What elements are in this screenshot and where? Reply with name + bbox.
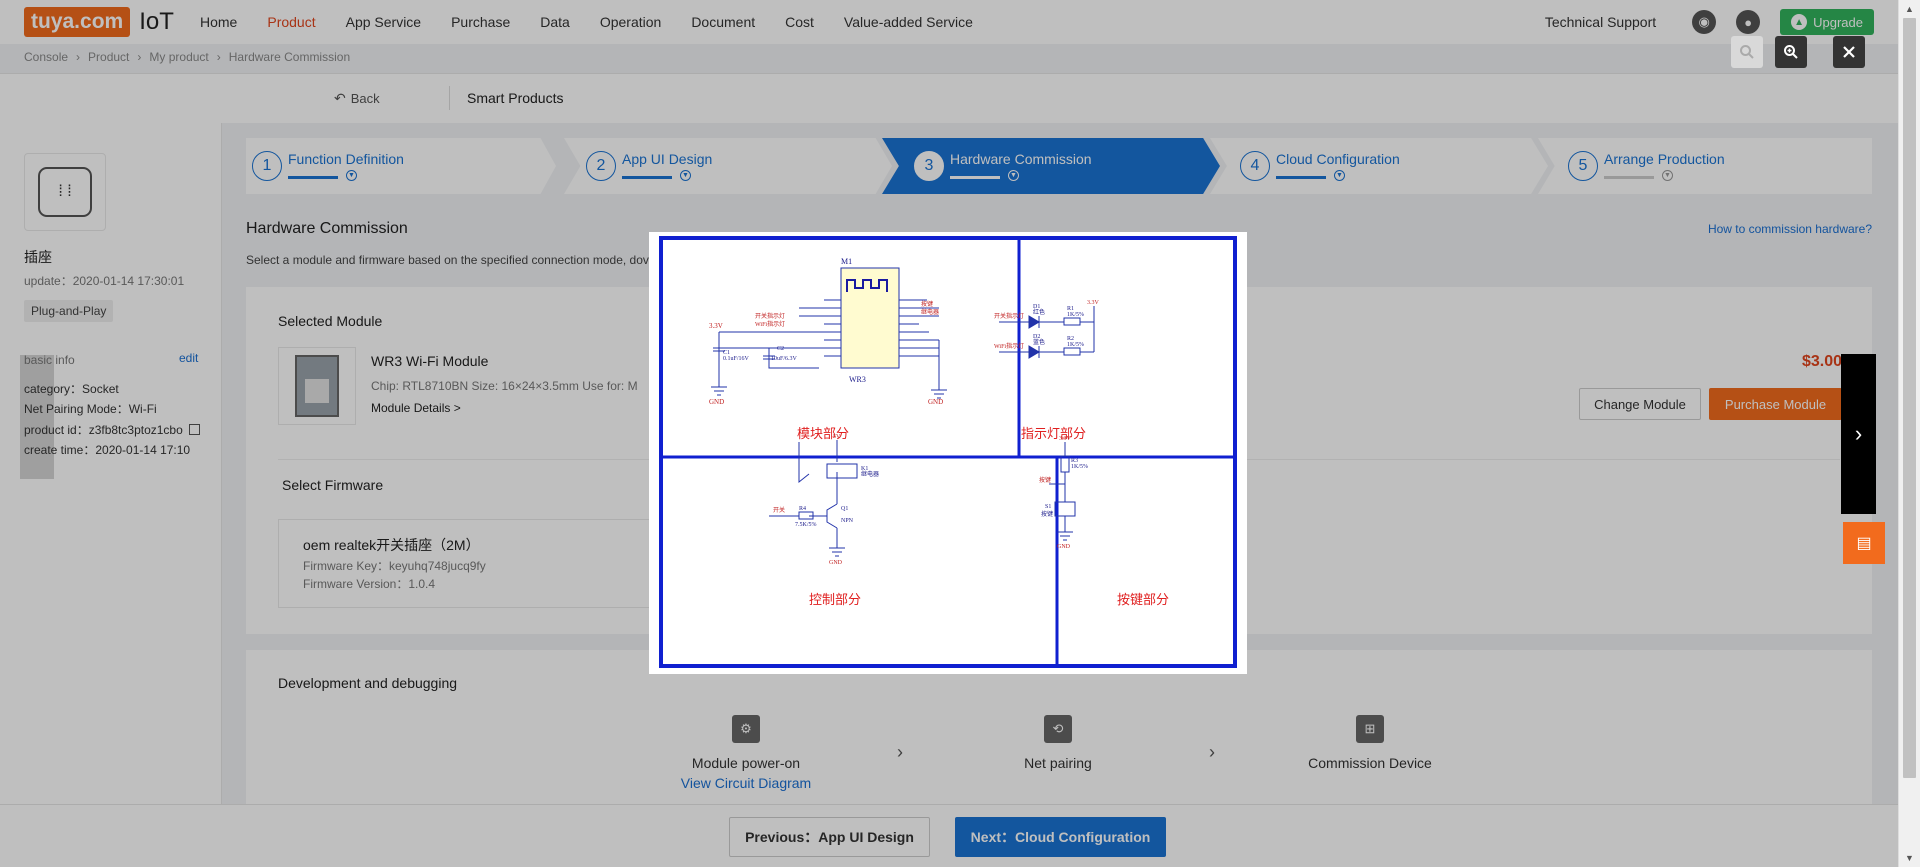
svg-text:GND: GND xyxy=(1057,544,1071,550)
svg-text:5V: 5V xyxy=(833,434,841,440)
svg-text:开关指示灯: 开关指示灯 xyxy=(755,312,785,320)
zoom-out-icon[interactable] xyxy=(1731,36,1763,68)
svg-text:7.5K/5%: 7.5K/5% xyxy=(795,522,817,528)
svg-text:R4: R4 xyxy=(799,506,806,512)
svg-text:WR3: WR3 xyxy=(849,375,866,384)
scrollbar-thumb[interactable] xyxy=(1903,18,1916,778)
svg-text:1K/5%: 1K/5% xyxy=(1067,312,1084,318)
svg-text:开关指示灯: 开关指示灯 xyxy=(994,312,1024,320)
svg-text:NPN: NPN xyxy=(841,518,854,524)
chevron-right-icon: › xyxy=(1854,421,1863,446)
svg-text:10uF/6.3V: 10uF/6.3V xyxy=(771,356,798,362)
svg-text:GND: GND xyxy=(709,398,724,406)
svg-text:3.3V: 3.3V xyxy=(1059,436,1072,442)
svg-text:M1: M1 xyxy=(841,257,852,266)
svg-text:WiFi指示灯: WiFi指示灯 xyxy=(994,342,1024,350)
svg-text:1K/5%: 1K/5% xyxy=(1067,342,1084,348)
chat-bubble-icon: ▤ xyxy=(1856,535,1872,552)
svg-text:3.3V: 3.3V xyxy=(1087,300,1100,306)
svg-text:模块部分: 模块部分 xyxy=(797,426,849,441)
svg-text:按键: 按键 xyxy=(1039,476,1051,484)
svg-text:Q1: Q1 xyxy=(841,506,848,512)
next-image-button[interactable]: › xyxy=(1841,354,1876,514)
svg-text:GND: GND xyxy=(829,560,843,566)
svg-text:按键: 按键 xyxy=(921,300,933,308)
close-icon[interactable] xyxy=(1833,36,1865,68)
svg-text:开关: 开关 xyxy=(773,506,785,514)
chat-support-button[interactable]: ▤ xyxy=(1843,522,1885,564)
svg-text:继电器: 继电器 xyxy=(861,470,879,478)
svg-text:C2: C2 xyxy=(777,346,784,352)
svg-text:S1: S1 xyxy=(1045,504,1051,510)
svg-text:3.3V: 3.3V xyxy=(709,322,723,330)
svg-text:按键部分: 按键部分 xyxy=(1117,592,1169,607)
svg-text:按键: 按键 xyxy=(1041,510,1053,518)
svg-text:1K/5%: 1K/5% xyxy=(1071,464,1088,470)
svg-text:蓝色: 蓝色 xyxy=(1033,338,1045,346)
svg-text:GND: GND xyxy=(928,398,943,406)
circuit-diagram-image: M1 WR3 3.3V GND GND C1 0.1uF/16V C2 10uF… xyxy=(649,232,1247,674)
zoom-in-icon[interactable] xyxy=(1775,36,1807,68)
svg-text:指示灯部分: 指示灯部分 xyxy=(1021,426,1086,441)
svg-text:控制部分: 控制部分 xyxy=(809,592,861,607)
scroll-down-icon[interactable]: ▼ xyxy=(1905,853,1914,863)
svg-text:继电器: 继电器 xyxy=(921,308,939,316)
svg-text:0.1uF/16V: 0.1uF/16V xyxy=(723,356,750,362)
svg-text:WiFi指示灯: WiFi指示灯 xyxy=(755,320,785,328)
svg-text:红色: 红色 xyxy=(1033,308,1045,316)
image-viewer-toolbar xyxy=(1719,36,1865,68)
scroll-up-icon[interactable]: ▲ xyxy=(1905,4,1914,14)
page-scrollbar[interactable]: ▲ ▼ xyxy=(1898,0,1920,867)
